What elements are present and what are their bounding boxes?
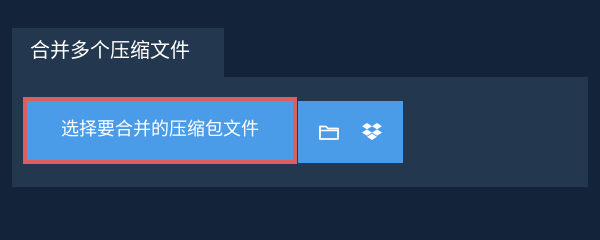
upload-panel: 选择要合并的压缩包文件 bbox=[12, 77, 588, 187]
dropbox-icon bbox=[361, 122, 383, 142]
select-archives-label: 选择要合并的压缩包文件 bbox=[61, 119, 259, 140]
folder-icon bbox=[318, 123, 340, 141]
dropbox-button[interactable] bbox=[346, 101, 398, 163]
select-archives-button[interactable]: 选择要合并的压缩包文件 bbox=[23, 97, 297, 164]
tab-title: 合并多个压缩文件 bbox=[30, 38, 190, 62]
upload-source-buttons bbox=[298, 101, 403, 163]
tab-merge-archives[interactable]: 合并多个压缩文件 bbox=[12, 28, 224, 77]
